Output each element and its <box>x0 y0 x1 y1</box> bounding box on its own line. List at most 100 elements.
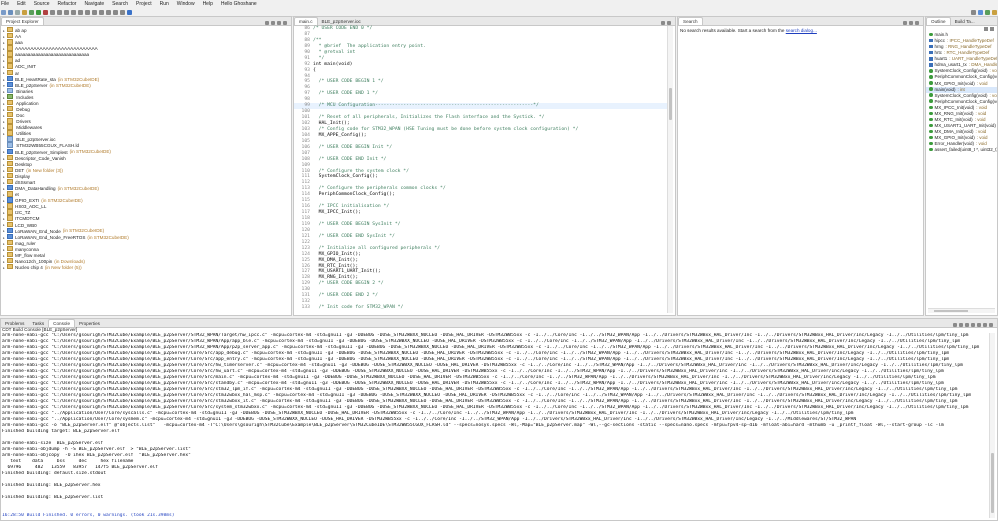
minimize-icon[interactable] <box>283 21 287 25</box>
tool-icon[interactable] <box>85 9 90 15</box>
editor-scrollbar[interactable] <box>667 26 673 313</box>
run-icon[interactable] <box>36 9 41 15</box>
tree-item-label: Descriptor_Code_Vanish <box>15 155 66 161</box>
tab-console[interactable]: Console <box>48 319 76 327</box>
outline-item-label: PeriphCommonClock_Config(void) <box>934 74 998 80</box>
tab-ioc[interactable]: BLE_p2pServer.ioc <box>318 18 365 25</box>
tab-build-targets[interactable]: Build Ta... <box>951 18 979 25</box>
tab-project-explorer[interactable]: Project Explorer <box>1 17 44 25</box>
tool-icon[interactable] <box>71 9 76 15</box>
function-icon <box>929 93 933 97</box>
folder-icon <box>7 209 13 215</box>
tree-item-location: (in New folder (3)) <box>26 167 63 173</box>
tool-icon[interactable] <box>106 9 111 15</box>
code-text: int main(void) <box>313 61 353 67</box>
tab-search[interactable]: Search <box>678 17 703 25</box>
tool-icon[interactable] <box>78 9 83 15</box>
tab-properties[interactable]: Properties <box>75 320 104 327</box>
save-all-icon[interactable] <box>15 9 20 15</box>
tool-icon[interactable] <box>113 9 118 15</box>
outline-item-label: assert_failed(uint8_t *, uint32_t) <box>934 147 998 153</box>
tool-icon[interactable] <box>120 9 125 15</box>
perspective-device-icon[interactable] <box>992 9 997 15</box>
editor-scrollbar-thumb[interactable] <box>669 88 672 120</box>
tab-main-c[interactable]: main.c <box>294 17 318 25</box>
function-icon <box>929 105 933 110</box>
search-dialog-link[interactable]: search dialog... <box>786 28 817 33</box>
perspective-debug-icon[interactable] <box>985 9 990 15</box>
search-icon[interactable] <box>971 9 976 15</box>
view-toolbar <box>264 21 291 25</box>
outline-item-type: : int <box>957 86 965 92</box>
minimize-icon[interactable] <box>983 323 987 327</box>
menu-file[interactable]: File <box>0 0 10 8</box>
code-text: MX_APPE_Config(); <box>313 132 367 138</box>
filter-icon[interactable] <box>277 21 281 25</box>
outline-item-label: main(void) <box>934 86 956 92</box>
outline-item-type: : void <box>975 110 987 116</box>
build-icon[interactable] <box>22 9 27 15</box>
minimize-icon[interactable] <box>915 21 919 25</box>
tab-problems[interactable]: Problems <box>1 320 28 327</box>
outline-item-label: hdma_usart1_tx <box>934 62 967 68</box>
code-text: /* USER CODE BEGIN 1 */ <box>313 79 384 85</box>
link-icon[interactable] <box>271 21 275 25</box>
new-console-icon[interactable] <box>977 323 981 327</box>
display-console-icon[interactable] <box>971 323 975 327</box>
console-scrollbar-thumb[interactable] <box>991 453 994 513</box>
menu-project[interactable]: Project <box>135 0 153 8</box>
tool-icon[interactable] <box>909 21 913 25</box>
tool-icon[interactable] <box>64 9 69 15</box>
tree-item-label: LoRaWAN_End_Node_FreeRTOS <box>15 234 86 240</box>
tree-item[interactable]: ▸ Nucleo chip 4 (in New folder (5)) <box>3 264 291 270</box>
console-output[interactable]: arm-none-eabi-gcc "C:/Users/gsourigh/STM… <box>1 333 989 520</box>
perspective-cpp-icon[interactable] <box>978 9 983 15</box>
menu-navigate[interactable]: Navigate <box>83 0 105 8</box>
code-text: /* USER CODE BEGIN 2 */ <box>313 281 384 287</box>
code-line[interactable]: 133 /* Init code for STM32_WPAN */ <box>294 305 667 311</box>
scroll-lock-icon[interactable] <box>959 323 963 327</box>
tree-item-label: mag_ruler <box>15 240 36 246</box>
menu-search[interactable]: Search <box>111 0 129 8</box>
sort-icon[interactable] <box>984 27 988 31</box>
outline-hscrollbar[interactable] <box>928 308 995 313</box>
minimize-icon[interactable] <box>661 21 665 25</box>
new-icon[interactable] <box>1 9 6 15</box>
tab-tasks[interactable]: Tasks <box>28 320 48 327</box>
filter-icon[interactable] <box>990 27 994 31</box>
menu-window[interactable]: Window <box>176 0 196 8</box>
variable-icon <box>929 63 933 67</box>
editor-view-icons <box>660 21 675 25</box>
stop-icon[interactable] <box>43 9 48 15</box>
menu-refactor[interactable]: Refactor <box>57 0 78 8</box>
tool-icon[interactable] <box>903 21 907 25</box>
tool-icon[interactable] <box>57 9 62 15</box>
clear-console-icon[interactable] <box>953 323 957 327</box>
tree-item-label: Desktop <box>15 161 32 167</box>
tool-icon[interactable] <box>50 9 55 15</box>
tool-icon[interactable] <box>99 9 104 15</box>
menu-run[interactable]: Run <box>159 0 170 8</box>
save-icon[interactable] <box>8 9 13 15</box>
project-icon <box>7 233 13 240</box>
console-scrollbar[interactable] <box>989 333 995 518</box>
project-tree: ▸ ab ap ▸ AA ▸ aaa ▸ AAAAAAAAAAAAAAAAAAAAAAAAAA… <box>1 26 291 270</box>
project-explorer-panel: Project Explorer ▸ ab ap ▸ AA ▸ aaa ▸ AAAAAAAAA… <box>0 16 292 316</box>
maximize-icon[interactable] <box>989 323 993 327</box>
includes-icon <box>7 93 13 100</box>
maximize-icon[interactable] <box>667 21 671 25</box>
menu-hello[interactable]: Hello Ghoshane <box>220 0 258 8</box>
debug-icon[interactable] <box>29 9 34 15</box>
menu-source[interactable]: Source <box>33 0 51 8</box>
tree-item-label: BLE_p2pServer_Simplest <box>15 149 68 155</box>
collapse-icon[interactable] <box>265 21 269 25</box>
tool-icon[interactable] <box>92 9 97 15</box>
menu-help[interactable]: Help <box>202 0 214 8</box>
perspective-icon[interactable] <box>127 9 132 15</box>
tab-outline[interactable]: Outline <box>926 17 951 25</box>
menu-edit[interactable]: Edit <box>16 0 27 8</box>
outline-hscrollbar-thumb[interactable] <box>934 310 968 312</box>
code-area[interactable]: 86/* USER CODE END 0 */87 88/** 89 * @brie… <box>294 26 667 315</box>
pin-icon[interactable] <box>965 323 969 327</box>
outline-item[interactable]: assert_failed(uint8_t *, uint32_t): void <box>926 147 997 153</box>
